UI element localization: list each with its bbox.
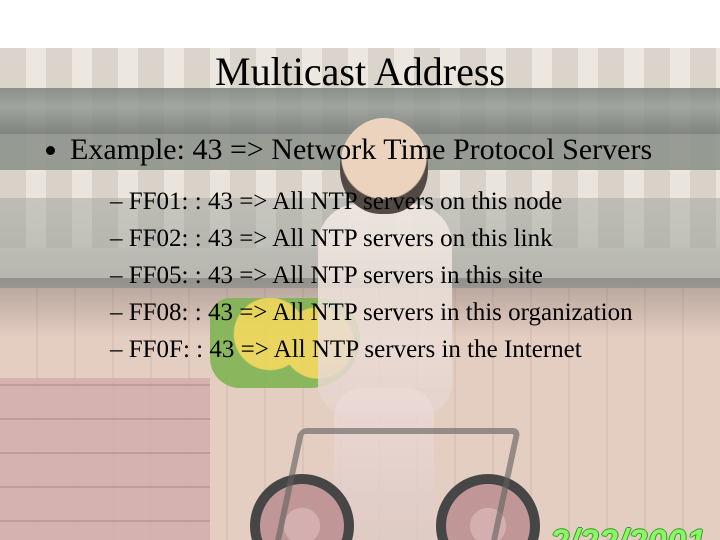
slide: Multicast Address Example: 43 => Network… bbox=[0, 48, 720, 540]
slide-title: Multicast Address bbox=[36, 48, 684, 95]
slide-content: Multicast Address Example: 43 => Network… bbox=[0, 48, 720, 368]
bullet-text: Example: 43 => Network Time Protocol Ser… bbox=[70, 133, 652, 166]
sub-bullet-item: FF05: : 43 => All NTP servers in this si… bbox=[110, 257, 684, 294]
sub-bullet-list: FF01: : 43 => All NTP servers on this no… bbox=[70, 183, 684, 368]
photo-datestamp: 2/22/2001 bbox=[550, 523, 706, 540]
bullet-list: Example: 43 => Network Time Protocol Ser… bbox=[36, 131, 684, 368]
sub-bullet-item: FF08: : 43 => All NTP servers in this or… bbox=[110, 294, 684, 331]
sub-bullet-item: FF01: : 43 => All NTP servers on this no… bbox=[110, 183, 684, 220]
sub-bullet-item: FF02: : 43 => All NTP servers on this li… bbox=[110, 220, 684, 257]
sub-bullet-item: FF0F: : 43 => All NTP servers in the Int… bbox=[110, 331, 684, 368]
bullet-item: Example: 43 => Network Time Protocol Ser… bbox=[70, 131, 684, 368]
